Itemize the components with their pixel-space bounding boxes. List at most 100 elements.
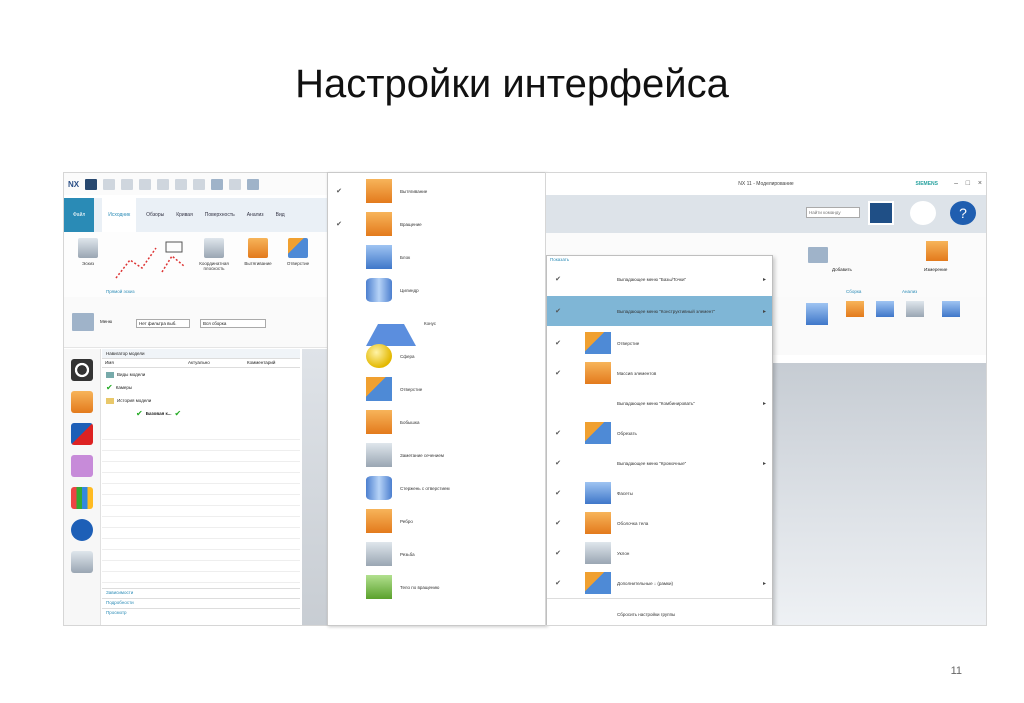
tree-row[interactable]: История модели [102, 394, 300, 407]
copy-icon[interactable] [157, 178, 170, 190]
menu-item-chamfer[interactable]: ✔ Фасеты [547, 478, 772, 508]
add-label[interactable]: Добавить [832, 267, 852, 272]
view-zoom-icon[interactable] [806, 303, 828, 325]
menu-item-label: Стержень с отверстием [400, 485, 450, 491]
assembly-navigator-icon[interactable] [71, 391, 93, 413]
fullscreen-icon[interactable] [868, 201, 894, 225]
layer-icon[interactable] [906, 301, 924, 317]
assembly-icon[interactable] [808, 247, 828, 263]
reuse-library-icon[interactable] [71, 487, 93, 509]
repeat-icon[interactable] [193, 178, 206, 190]
menu-item-revolved-body[interactable]: Тело по вращению [328, 572, 546, 602]
extrude-button[interactable]: Вытягивание [242, 238, 274, 266]
constraint-navigator-icon[interactable] [71, 423, 93, 445]
menu-item-revolve[interactable]: ✔ Вращение [328, 209, 546, 239]
help-icon[interactable]: ? [950, 201, 976, 225]
tab-surface[interactable]: Поверхность [203, 212, 237, 218]
minimize-icon[interactable]: – [954, 173, 958, 195]
shading-icon[interactable] [876, 301, 894, 317]
menu-item-trim[interactable]: ✔ Обрезать [547, 418, 772, 448]
shell-icon [585, 512, 611, 534]
window-titlebar: NX 11 - Моделирование SIEMENS – □ × [546, 173, 986, 195]
tree-row[interactable]: Виды модели [102, 368, 300, 381]
redo-icon[interactable] [121, 178, 134, 190]
submenu-arrow-icon: ▸ [762, 276, 766, 283]
menu-icon[interactable] [72, 313, 94, 331]
part-navigator-icon[interactable] [71, 455, 93, 477]
menu-item-extrude[interactable]: ✔ Вытягивание [328, 176, 546, 206]
section-dependencies[interactable]: Зависимости [102, 588, 300, 597]
tab-reviews[interactable]: Обзоры [144, 212, 166, 218]
graphics-window[interactable] [766, 363, 986, 625]
tab-curve[interactable]: Кривая [174, 212, 195, 218]
cut-icon[interactable] [139, 178, 152, 190]
menu-item-sweep[interactable]: Заметание сечением [328, 440, 546, 470]
tree-row[interactable]: ✔ Камеры [102, 381, 300, 394]
curve-tools-icon[interactable] [112, 238, 190, 284]
tab-file[interactable]: Файл [64, 198, 95, 232]
check-icon: ✔ [336, 221, 342, 228]
column-name[interactable]: Имя [102, 359, 185, 367]
menu-item-thread[interactable]: Резьба [328, 539, 546, 569]
menu-item-edge-dropdown[interactable]: ✔ Выпадающее меню "Кромочные" ▸ [547, 448, 772, 478]
sketch-button[interactable]: Эскиз [72, 238, 104, 266]
menu-item-rib[interactable]: Ребро [328, 506, 546, 536]
block-icon [366, 245, 392, 269]
page-number: 11 [950, 665, 962, 677]
close-icon[interactable]: × [978, 173, 982, 195]
menu-item-boss[interactable]: Бобышка [328, 407, 546, 437]
measure-label[interactable]: Измерение [924, 267, 947, 272]
save-icon[interactable] [85, 178, 98, 190]
undo-icon[interactable] [103, 178, 116, 190]
column-uptodate[interactable]: Актуально [185, 359, 244, 367]
assembly-select[interactable]: Вся сборка [200, 319, 266, 328]
measure-icon[interactable] [926, 241, 948, 261]
menu-label[interactable]: Меню [100, 319, 112, 324]
menu-item-hole[interactable]: Отверстие [328, 374, 546, 404]
gear-icon[interactable] [71, 359, 93, 381]
history-icon[interactable] [71, 551, 93, 573]
menu-item-datum-dropdown[interactable]: ✔ Выпадающее меню "Базы/Точки" ▸ [547, 264, 772, 294]
paste-icon[interactable] [175, 178, 188, 190]
menu-item-hole[interactable]: ✔ Отверстие [547, 328, 772, 358]
tab-view[interactable]: Вид [274, 212, 287, 218]
menu-item-sphere[interactable]: Сфера [328, 341, 546, 371]
filter-select[interactable]: Нет фильтра выб. [136, 319, 190, 328]
view-icon[interactable] [247, 178, 260, 190]
tab-home[interactable]: Исходник [102, 198, 137, 232]
command-search-input[interactable]: Найти команду [806, 207, 860, 218]
column-comment[interactable]: Комментарий [244, 359, 275, 367]
info-icon[interactable] [71, 519, 93, 541]
menu-item-block[interactable]: Блок [328, 242, 546, 272]
collapse-ribbon-icon[interactable] [910, 201, 936, 225]
menu-item-shell[interactable]: ✔ Оболочка тела [547, 508, 772, 538]
group-label-assembly: Сборка [846, 289, 862, 294]
section-preview[interactable]: Просмотр [102, 608, 300, 617]
menu-item-label: Вращение [400, 221, 422, 227]
menu-item-reset-group[interactable]: Сбросить настройки группы [547, 598, 772, 625]
menu-item-label: Тело по вращению [400, 584, 440, 590]
tool-icon[interactable] [846, 301, 864, 317]
tree-row[interactable]: ✔ Базовая к... ✔ [102, 407, 300, 420]
wcs-icon[interactable] [942, 301, 960, 317]
menu-item-cylinder[interactable]: Цилиндр [328, 275, 546, 305]
tab-analysis[interactable]: Анализ [245, 212, 266, 218]
brush-icon[interactable] [229, 178, 242, 190]
menu-item-label: Конус [424, 320, 437, 326]
window-icon[interactable] [211, 178, 224, 190]
menu-item-tube[interactable]: Стержень с отверстием [328, 473, 546, 503]
trim-icon [585, 422, 611, 444]
part-navigator: Навигатор модели Имя Актуально Комментар… [102, 349, 300, 625]
maximize-icon[interactable]: □ [966, 173, 970, 195]
menu-item-cone[interactable]: Конус [328, 308, 546, 346]
section-details[interactable]: Подробности [102, 598, 300, 607]
menu-item-pattern[interactable]: ✔ Массив элементов [547, 358, 772, 388]
menu-item-label: Выпадающее меню "Комбинировать" [617, 400, 695, 406]
menu-item-draft[interactable]: ✔ Уклон [547, 538, 772, 568]
check-icon: ✔ [106, 383, 113, 392]
menu-item-more-gallery[interactable]: ✔ Дополнительные ↓ (рамки) ▸ [547, 568, 772, 598]
menu-item-feature-dropdown[interactable]: ✔ Выпадающее меню "Конструктивный элемент… [547, 296, 772, 326]
datum-plane-button[interactable]: Координатная плоскость [198, 238, 230, 271]
menu-item-combine-dropdown[interactable]: Выпадающее меню "Комбинировать" ▸ [547, 388, 772, 418]
hole-button[interactable]: Отверстие [282, 238, 314, 266]
